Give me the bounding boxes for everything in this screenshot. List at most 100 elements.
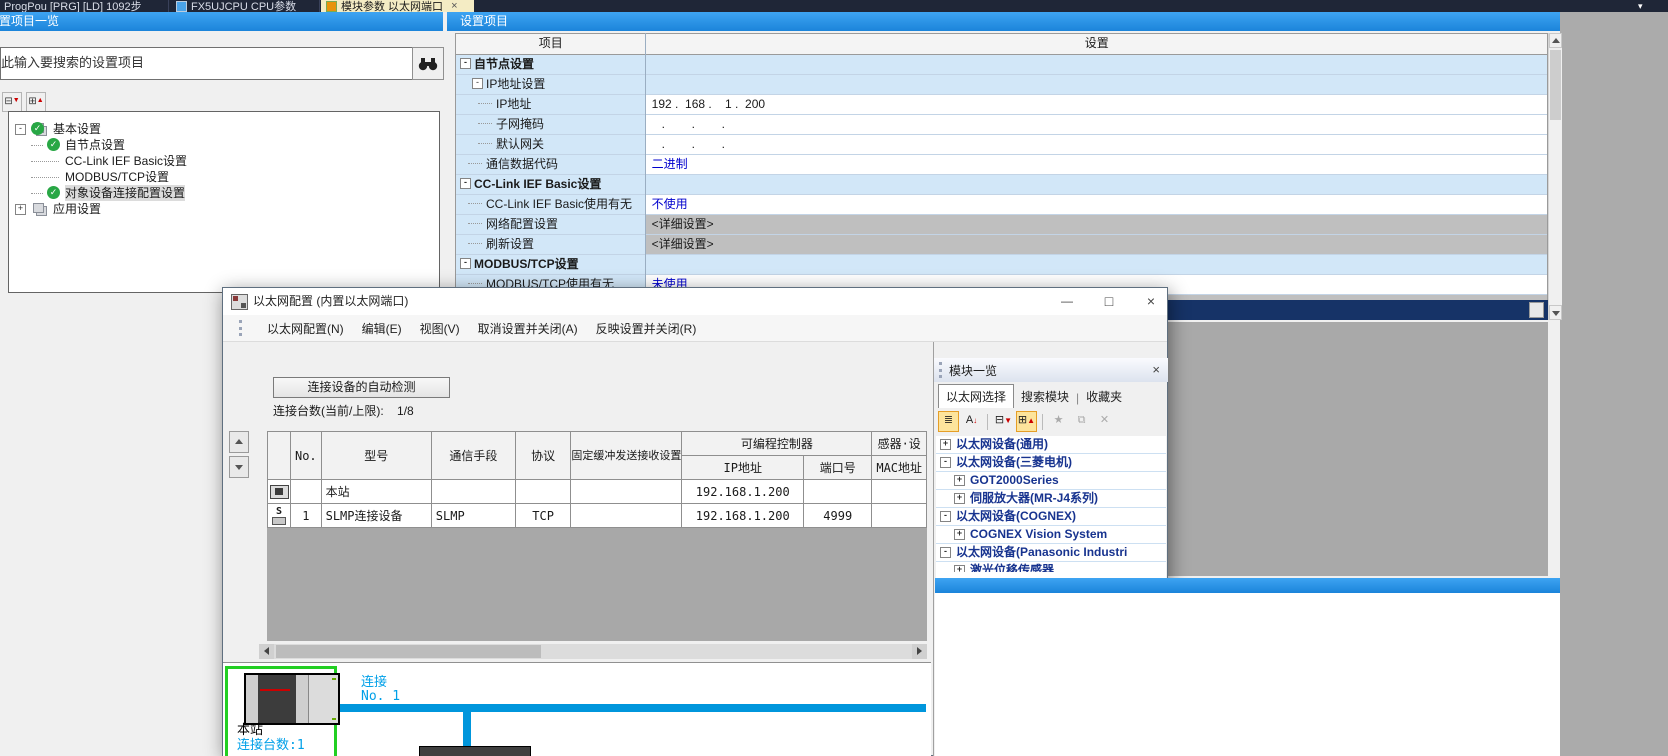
menu-ethernet-config[interactable]: 以太网配置(N) <box>267 320 344 337</box>
device-row-slmp[interactable]: S 1 SLMP连接设备 SLMP TCP 192.168.1.200 4999 <box>268 504 927 528</box>
tree-item-cclink[interactable]: CC-Link IEF Basic设置 <box>11 153 435 169</box>
cell-ip[interactable]: 192.168.1.200 <box>682 480 804 504</box>
list-style-icon[interactable]: ≣ <box>938 411 959 432</box>
cell-model[interactable]: 本站 <box>321 480 431 504</box>
cell-model[interactable]: SLMP连接设备 <box>321 504 431 528</box>
tab-favorites[interactable]: 收藏夹 <box>1079 385 1129 408</box>
cell-no[interactable]: 1 <box>291 504 322 528</box>
close-icon[interactable]: × <box>1152 362 1160 377</box>
host-station-selection[interactable]: 本站 连接台数:1 <box>225 666 337 756</box>
tab-progpou[interactable]: ProgPou [PRG] [LD] 1092步 <box>0 0 172 12</box>
menu-apply-close[interactable]: 反映设置并关闭(R) <box>596 320 697 337</box>
setting-row[interactable]: 刷新设置 <详细设置> <box>456 235 1547 255</box>
tree-item-modbus[interactable]: MODBUS/TCP设置 <box>11 169 435 185</box>
expand-toggle-icon[interactable]: - <box>940 547 951 558</box>
setting-row[interactable]: 子网掩码 . . . <box>456 115 1547 135</box>
setting-value-ip-address[interactable]: 192 . 168 . 1 . 200 <box>646 95 1547 114</box>
add-favorite-icon[interactable]: ⧉ <box>1071 411 1092 432</box>
sort-az-icon[interactable]: A↓ <box>961 411 982 432</box>
scrollbar-thumb[interactable] <box>276 645 541 658</box>
menu-edit[interactable]: 编辑(E) <box>362 320 402 337</box>
module-tree-item[interactable]: - 以太网设备(COGNEX) <box>936 508 1166 526</box>
cell-port[interactable]: 4999 <box>804 504 872 528</box>
setting-row[interactable]: IP地址 192 . 168 . 1 . 200 <box>456 95 1547 115</box>
row-move-down-button[interactable] <box>229 456 249 478</box>
setting-row[interactable]: - IP地址设置 <box>456 75 1547 95</box>
tab-close-icon[interactable]: × <box>451 0 457 12</box>
setting-row[interactable]: - 自节点设置 <box>456 55 1547 75</box>
module-tree-item[interactable]: - 以太网设备(三菱电机) <box>936 454 1166 472</box>
cell-no[interactable] <box>291 480 322 504</box>
expand-toggle-icon[interactable]: + <box>940 439 951 450</box>
setting-value-subnet-mask[interactable]: . . . <box>646 115 1547 134</box>
device-row-host[interactable]: 本站 192.168.1.200 <box>268 480 927 504</box>
module-tree-item[interactable]: + GOT2000Series <box>936 472 1166 490</box>
module-tree-item[interactable]: + 以太网设备(通用) <box>936 436 1166 454</box>
setting-row[interactable]: - CC-Link IEF Basic设置 <box>456 175 1547 195</box>
tab-cpu-param[interactable]: FX5UJCPU CPU参数 <box>170 0 324 12</box>
tab-overflow-icon[interactable]: ▾ <box>1638 0 1643 12</box>
station-label: 本站 <box>237 724 263 738</box>
expand-toggle-icon[interactable]: - <box>15 124 26 135</box>
scroll-up-icon[interactable] <box>1549 33 1562 48</box>
tree-item-application-settings[interactable]: + 应用设置 <box>11 201 435 217</box>
cell-ip[interactable]: 192.168.1.200 <box>682 504 804 528</box>
setting-value-default-gateway[interactable]: . . . <box>646 135 1547 154</box>
setting-value-comm-data-code[interactable]: 二进制 <box>646 155 1547 174</box>
setting-row[interactable]: 默认网关 . . . <box>456 135 1547 155</box>
settings-scrollbar[interactable] <box>1548 33 1562 320</box>
expand-toggle-icon[interactable]: + <box>954 493 965 504</box>
favorite-star-icon[interactable]: ★ <box>1048 411 1069 432</box>
delete-icon[interactable]: ✕ <box>1094 411 1115 432</box>
window-titlebar[interactable]: 以太网配置 (内置以太网端口) — □ × <box>223 288 1167 315</box>
tree-item-target-device-config[interactable]: ✓ 对象设备连接配置设置 <box>11 185 435 201</box>
expand-toggle-icon[interactable]: - <box>940 457 951 468</box>
horizontal-scrollbar[interactable] <box>259 644 927 659</box>
setting-value-cclink-use[interactable]: 不使用 <box>646 195 1547 214</box>
maximize-icon[interactable]: □ <box>1094 291 1124 311</box>
module-tree-item[interactable]: - 以太网设备(Panasonic Industri <box>936 544 1166 562</box>
module-tree-item[interactable]: + 伺服放大器(MR-J4系列) <box>936 490 1166 508</box>
tab-ethernet-select[interactable]: 以太网选择 <box>938 384 1014 408</box>
search-button[interactable] <box>412 47 444 80</box>
expand-toggle-icon[interactable]: + <box>954 475 965 486</box>
auto-detect-button[interactable]: 连接设备的自动检测 <box>273 377 450 398</box>
setting-row[interactable]: 通信数据代码 二进制 <box>456 155 1547 175</box>
expand-toggle-icon[interactable]: - <box>460 178 471 189</box>
scroll-left-icon[interactable] <box>259 644 274 659</box>
tab-module-param[interactable]: 模块参数 以太网端口 × <box>321 0 474 12</box>
setting-value-network-config[interactable]: <详细设置> <box>646 215 1547 234</box>
expand-toggle-icon[interactable]: - <box>460 58 471 69</box>
expand-toggle-icon[interactable]: + <box>954 529 965 540</box>
expand-tree-icon[interactable]: ⊞▲ <box>1016 411 1037 432</box>
scroll-right-icon[interactable] <box>912 644 927 659</box>
expand-toggle-icon[interactable]: - <box>472 78 483 89</box>
setting-row[interactable]: - MODBUS/TCP设置 <box>456 255 1547 275</box>
expand-toggle-icon[interactable]: - <box>940 511 951 522</box>
tree-item-own-node[interactable]: ✓ 自节点设置 <box>11 137 435 153</box>
expand-toggle-icon[interactable]: + <box>15 204 26 215</box>
row-move-up-button[interactable] <box>229 431 249 453</box>
scrollbar-thumb[interactable] <box>1550 50 1561 120</box>
expand-all-button[interactable]: ⊞▲ <box>26 92 46 112</box>
detail-button[interactable] <box>1529 302 1544 318</box>
scroll-down-icon[interactable] <box>1549 305 1562 320</box>
setting-row[interactable]: CC-Link IEF Basic使用有无 不使用 <box>456 195 1547 215</box>
tab-search-module[interactable]: 搜索模块 <box>1014 385 1076 408</box>
module-tree-item[interactable]: + COGNEX Vision System <box>936 526 1166 544</box>
cell-comm[interactable]: SLMP <box>431 504 515 528</box>
close-icon[interactable]: × <box>1136 291 1166 311</box>
menu-cancel-close[interactable]: 取消设置并关闭(A) <box>478 320 578 337</box>
collapse-tree-icon[interactable]: ⊟▼ <box>993 411 1014 432</box>
menu-view[interactable]: 视图(V) <box>420 320 460 337</box>
tree-item-basic-settings[interactable]: - ✓ 基本设置 <box>11 121 435 137</box>
screen: ProgPou [PRG] [LD] 1092步 FX5UJCPU CPU参数 … <box>0 0 1668 756</box>
minimize-icon[interactable]: — <box>1052 291 1082 311</box>
setting-row[interactable]: 网络配置设置 <详细设置> <box>456 215 1547 235</box>
module-list-titlebar[interactable]: 模块一览 × <box>934 358 1168 382</box>
expand-toggle-icon[interactable]: - <box>460 258 471 269</box>
setting-value-refresh[interactable]: <详细设置> <box>646 235 1547 254</box>
search-input[interactable]: 在此输入要搜索的设置项目 <box>0 47 413 80</box>
collapse-all-button[interactable]: ⊟▼ <box>2 92 22 112</box>
cell-protocol[interactable]: TCP <box>515 504 571 528</box>
